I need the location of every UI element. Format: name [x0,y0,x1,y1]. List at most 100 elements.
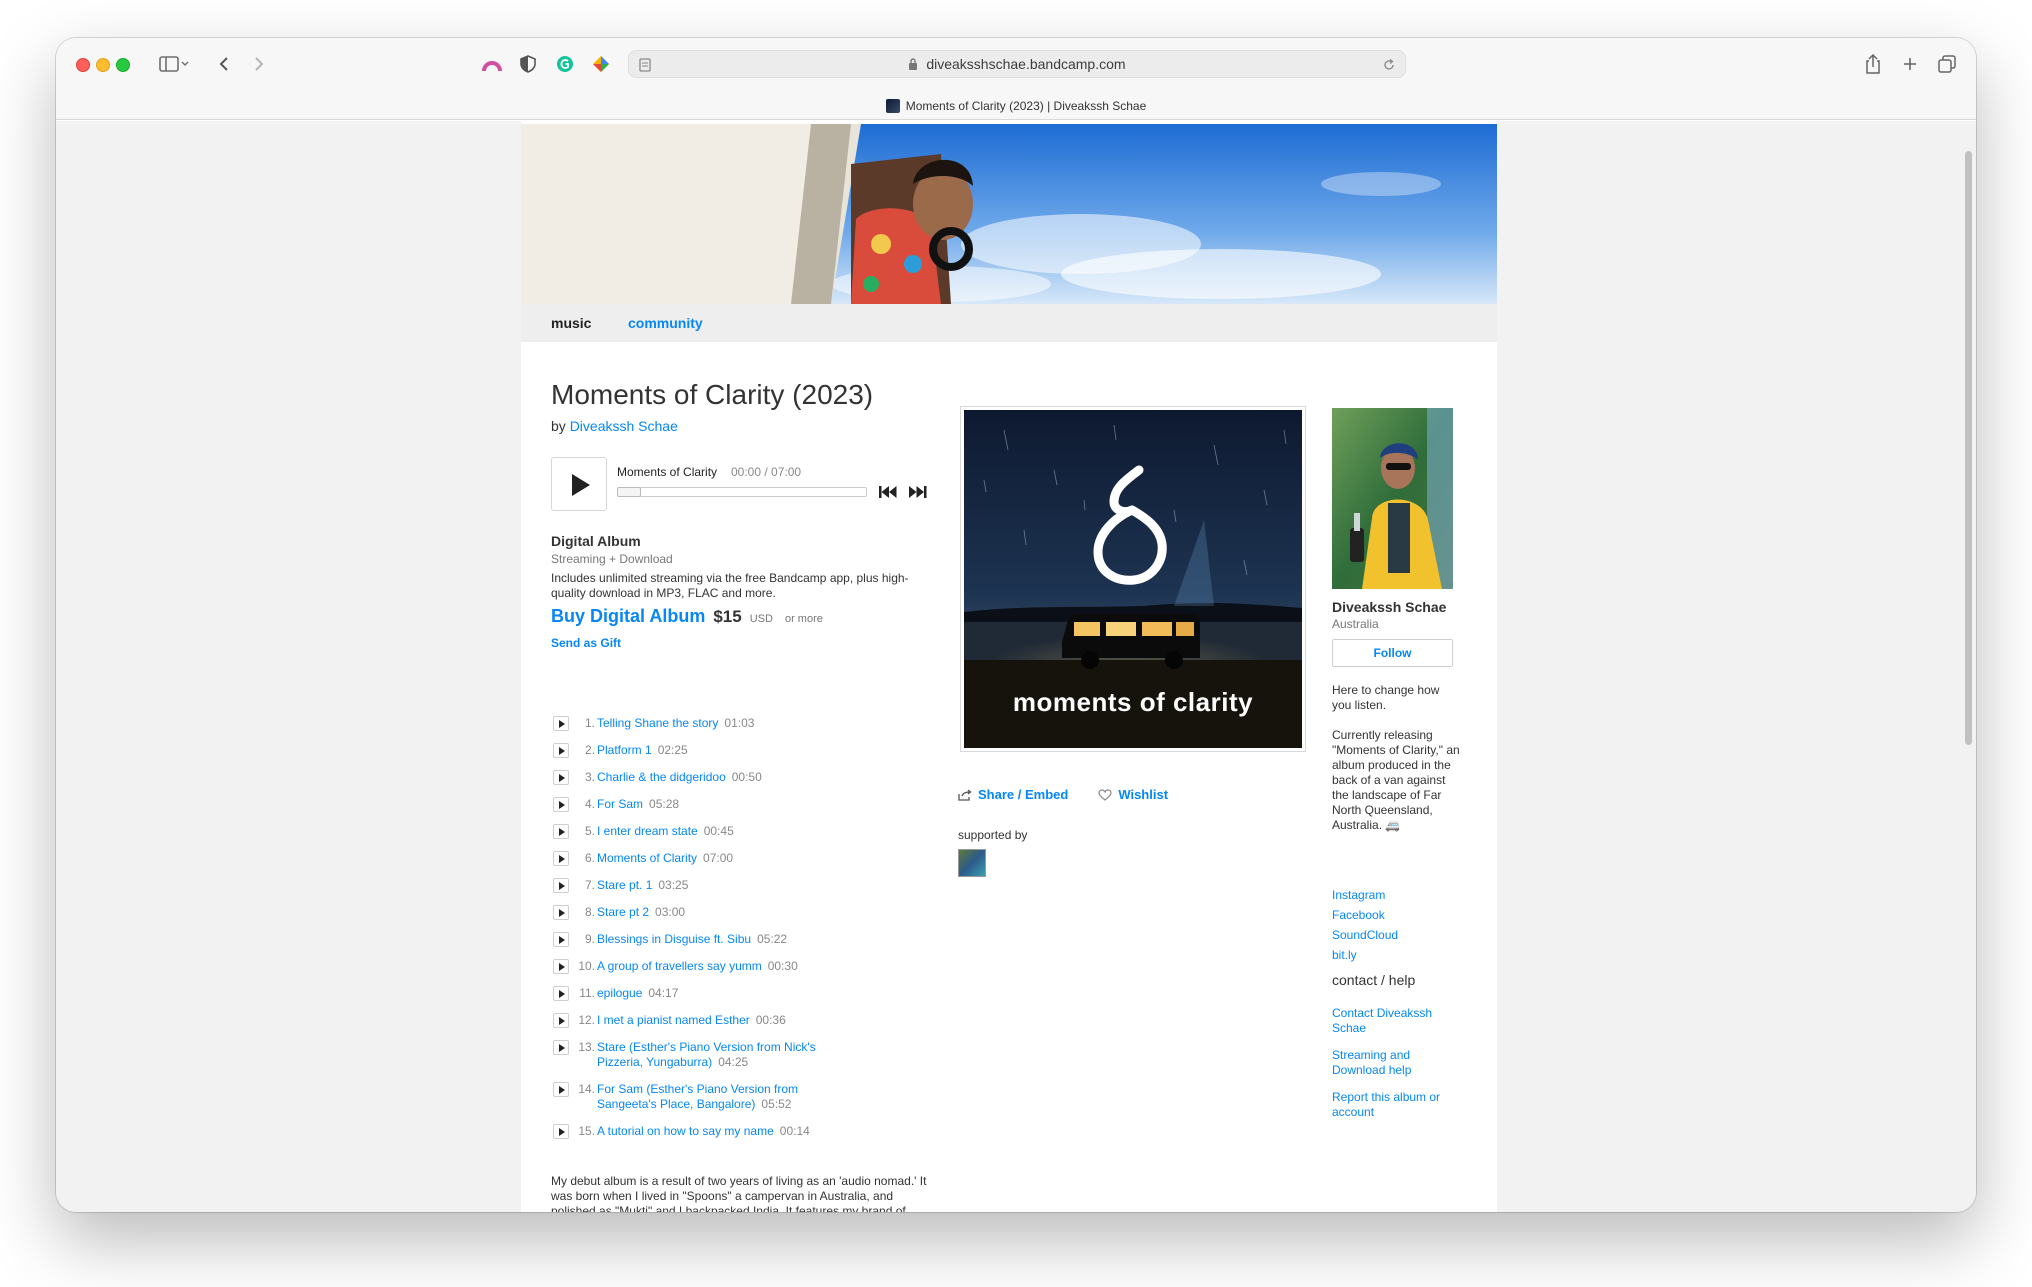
track-number: 14. [578,1082,595,1096]
grammarly-icon[interactable] [553,50,577,78]
close-window-button[interactable] [76,58,90,72]
track-play-button[interactable] [553,986,569,1001]
nav-community-link[interactable]: community [628,315,703,331]
heart-icon [1098,788,1112,801]
share-embed-label: Share / Embed [978,787,1069,802]
next-track-icon[interactable] [909,485,929,499]
back-icon[interactable] [214,50,234,78]
track-title-link[interactable]: Stare (Esther's Piano Version from Nick'… [597,1040,816,1069]
page-scrollbar[interactable] [1960,121,1976,1212]
track-play-button[interactable] [553,932,569,947]
track-info: Charlie & the didgeridoo 00:50 [597,770,837,785]
soundcloud-link[interactable]: SoundCloud [1332,928,1456,943]
track-duration: 03:00 [655,905,686,919]
reload-icon[interactable] [1381,51,1397,79]
tab-overview-icon[interactable] [1936,50,1958,78]
track-number: 1. [584,716,595,730]
new-tab-icon[interactable] [1899,50,1921,78]
supported-by-heading: supported by [958,828,1028,842]
track-info: For Sam (Esther's Piano Version from San… [597,1082,837,1112]
track-play-button[interactable] [553,1082,569,1097]
track-title-link[interactable]: Charlie & the didgeridoo [597,770,726,784]
track-play-button[interactable] [553,1124,569,1139]
track-title-link[interactable]: Stare pt. 1 [597,878,652,892]
track-title-link[interactable]: epilogue [597,986,642,1000]
track-number: 4. [584,797,595,811]
contact-artist-link[interactable]: Contact Diveakssh Schae [1332,1006,1456,1036]
track-title-link[interactable]: Platform 1 [597,743,652,757]
track-title-link[interactable]: A tutorial on how to say my name [597,1124,774,1138]
privacy-shield-icon[interactable] [516,50,540,78]
track-info: I enter dream state 00:45 [597,824,837,839]
currency: USD [749,613,773,625]
forward-icon[interactable] [249,50,269,78]
artist-name[interactable]: Diveakssh Schae [1332,599,1446,615]
share-icon[interactable] [1862,50,1884,78]
report-link[interactable]: Report this album or account [1332,1090,1456,1120]
artist-photo[interactable] [1332,408,1453,589]
track-play-button[interactable] [553,824,569,839]
track-play-button[interactable] [553,1013,569,1028]
album-about: My debut album is a result of two years … [551,1174,927,1212]
active-tab[interactable]: Moments of Clarity (2023) | Diveakssh Sc… [885,92,1146,120]
previous-track-icon[interactable] [879,485,899,499]
track-number: 3. [584,770,595,784]
track-title-link[interactable]: Telling Shane the story [597,716,718,730]
track-duration: 04:17 [648,986,679,1000]
supporter-avatar[interactable] [958,849,986,877]
track-title-link[interactable]: Stare pt 2 [597,905,649,919]
address-bar[interactable]: diveaksshschae.bandcamp.com [628,50,1406,78]
track-number: 6. [584,851,595,865]
track-duration: 00:36 [755,1013,786,1027]
share-embed-button[interactable]: Share / Embed [958,787,1068,802]
track-play-button[interactable] [553,743,569,758]
track-play-button[interactable] [553,770,569,785]
bitly-link[interactable]: bit.ly [1332,948,1456,963]
wishlist-label: Wishlist [1118,787,1169,802]
album-cover[interactable]: moments of clarity [960,406,1306,752]
track-title-link[interactable]: A group of travellers say yumm [597,959,762,973]
audio-player: Moments of Clarity 00:00 / 07:00 [551,457,931,513]
track-title-link[interactable]: Blessings in Disguise ft. Sibu [597,932,751,946]
track-duration: 07:00 [703,851,734,865]
sidebar-toggle-icon[interactable] [154,50,194,78]
track-title-link[interactable]: I met a pianist named Esther [597,1013,750,1027]
track-play-button[interactable] [553,851,569,866]
buy-digital-album-button[interactable]: Buy Digital Album [551,606,705,627]
track-number: 10. [578,959,595,973]
track-number: 5. [584,824,595,838]
track-play-button[interactable] [553,1040,569,1055]
send-as-gift-link[interactable]: Send as Gift [551,636,621,650]
progress-thumb[interactable] [617,487,641,497]
scrollbar-thumb[interactable] [1965,151,1972,745]
track-play-button[interactable] [553,716,569,731]
now-playing-title: Moments of Clarity [617,465,718,479]
artist-banner-image [521,124,1497,304]
artist-link[interactable]: Diveakssh Schae [570,418,678,434]
progress-bar[interactable] [617,487,867,497]
follow-button[interactable]: Follow [1332,639,1453,667]
extension-arc-icon[interactable] [480,50,504,78]
facebook-link[interactable]: Facebook [1332,908,1456,923]
track-title-link[interactable]: I enter dream state [597,824,698,838]
now-playing-time: 00:00 / 07:00 [731,465,802,479]
track-play-button[interactable] [553,878,569,893]
wishlist-button[interactable]: Wishlist [1098,787,1168,802]
zoom-window-button[interactable] [116,58,130,72]
track-play-button[interactable] [553,959,569,974]
streaming-help-link[interactable]: Streaming and Download help [1332,1048,1456,1078]
track-info: Stare (Esther's Piano Version from Nick'… [597,1040,837,1070]
track-title-link[interactable]: For Sam [597,797,643,811]
nav-music-link[interactable]: music [551,315,591,331]
track-duration: 01:03 [724,716,755,730]
play-button[interactable] [551,457,607,511]
track-play-button[interactable] [553,797,569,812]
instagram-link[interactable]: Instagram [1332,888,1456,903]
track-duration: 00:14 [779,1124,810,1138]
track-number: 2. [584,743,595,757]
buy-row: Buy Digital Album $15 USD or more [551,606,823,630]
extension-diamond-icon[interactable] [589,50,613,78]
track-play-button[interactable] [553,905,569,920]
minimize-window-button[interactable] [96,58,110,72]
track-title-link[interactable]: Moments of Clarity [597,851,697,865]
